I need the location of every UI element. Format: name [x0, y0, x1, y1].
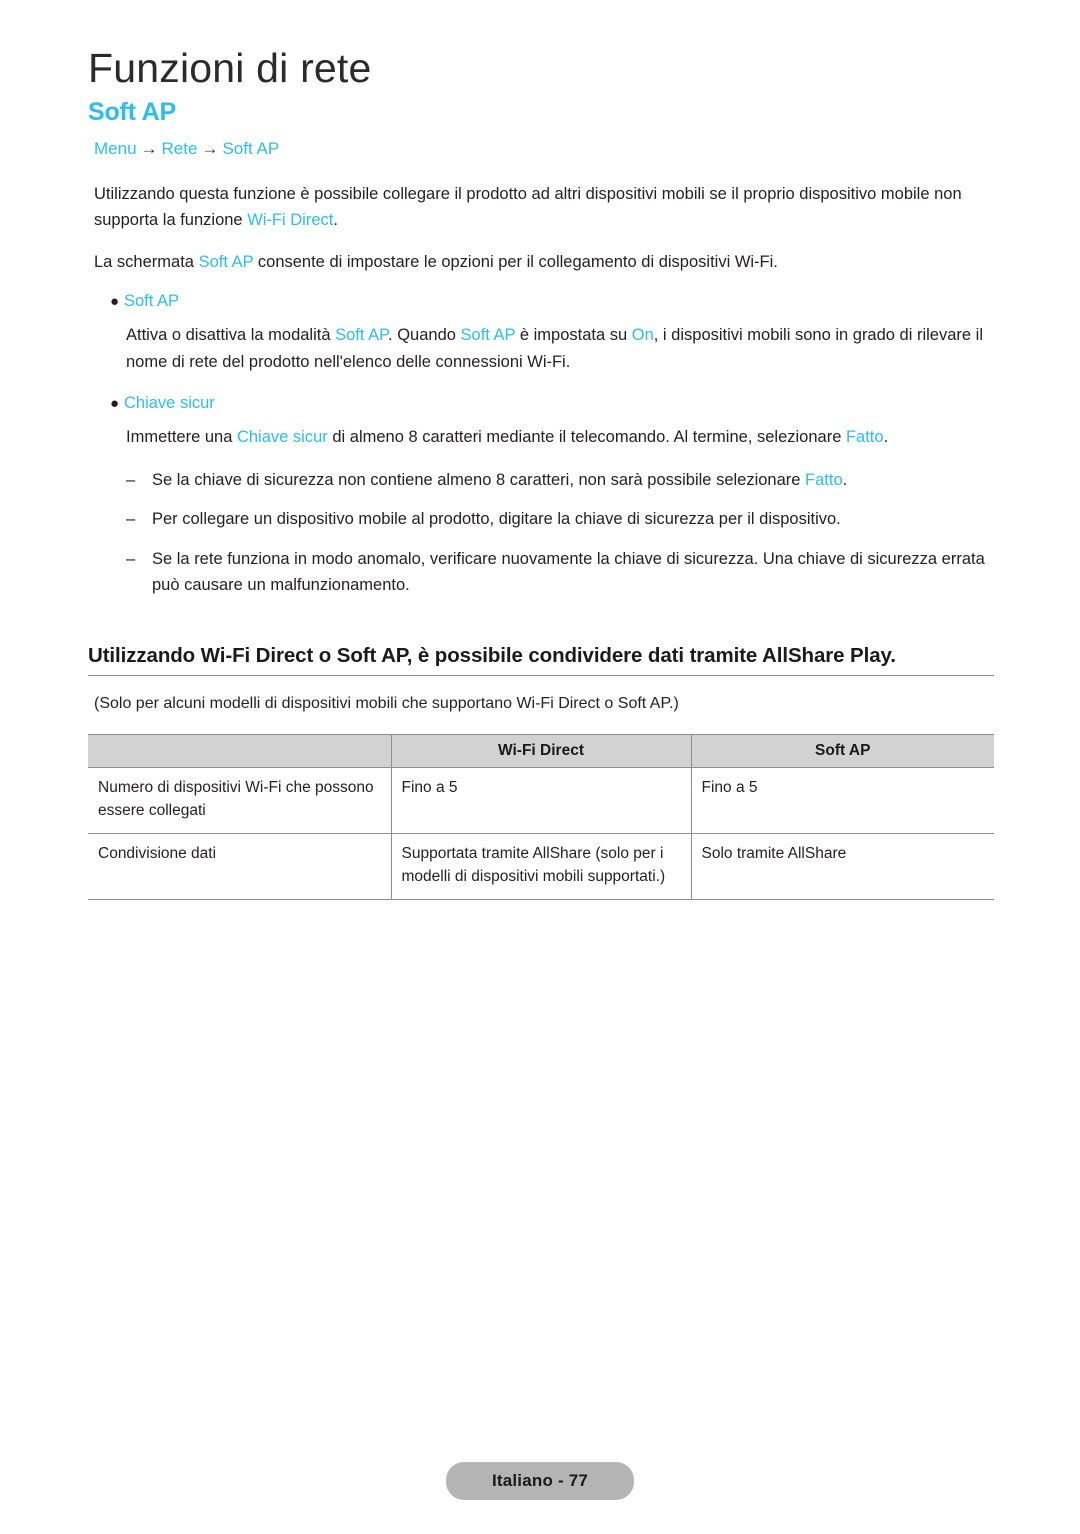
page-footer: Italiano - 77: [0, 1462, 1080, 1500]
bullet1-text-c: .: [883, 427, 889, 446]
comparison-table: Wi-Fi Direct Soft AP Numero di dispositi…: [88, 734, 994, 901]
page-number-badge: Italiano - 77: [445, 1462, 635, 1500]
dash0-link: Fatto: [805, 470, 843, 489]
table-row: Condivisione dati Supportata tramite All…: [88, 833, 994, 901]
table-cell-label: Condivisione dati: [88, 833, 391, 901]
section-title: Soft AP: [88, 97, 176, 126]
table-header-soft-ap: Soft AP: [690, 734, 994, 769]
bullet1-link-1: Chiave sicur: [236, 427, 328, 446]
list-item: ● Soft AP: [110, 291, 994, 312]
bullet-body-chiave-sicur: Immettere una Chiave sicur di almeno 8 c…: [126, 424, 992, 450]
bullet1-text-b: di almeno 8 caratteri mediante il teleco…: [327, 427, 846, 446]
table-header-row: Wi-Fi Direct Soft AP: [88, 734, 994, 769]
table-cell-wifi-direct: Fino a 5: [390, 767, 691, 835]
intro-paragraph-2: La schermata Soft AP consente di imposta…: [94, 249, 994, 275]
table-cell-soft-ap: Solo tramite AllShare: [690, 833, 994, 901]
bullet-body-soft-ap: Attiva o disattiva la modalità Soft AP. …: [126, 322, 992, 374]
dash-mark-icon: –: [126, 510, 136, 529]
table-cell-soft-ap: Fino a 5: [690, 767, 994, 835]
bullet-label-chiave-sicur: Chiave sicur: [124, 393, 215, 412]
breadcrumb-arrow-icon: →: [140, 138, 158, 158]
bullet0-link-2: Soft AP: [460, 326, 516, 345]
emphasis-heading: Utilizzando Wi-Fi Direct o Soft AP, è po…: [88, 643, 896, 667]
breadcrumb: Menu → Rete → Soft AP: [94, 139, 994, 159]
bullet0-link-3: On: [631, 326, 654, 345]
bullet-label-soft-ap: Soft AP: [124, 292, 180, 311]
page-title: Funzioni di rete: [88, 45, 372, 91]
dash0-text-a: Se la chiave di sicurezza non contiene a…: [152, 470, 806, 489]
bullet1-link-2: Fatto: [845, 427, 884, 446]
emphasis-note: (Solo per alcuni modelli di dispositivi …: [94, 695, 679, 713]
bullet0-text-c: è impostata su: [515, 326, 632, 345]
emphasis-divider: [88, 675, 994, 677]
table-header-wifi-direct: Wi-Fi Direct: [390, 734, 691, 769]
dash1-text-a: Per collegare un dispositivo mobile al p…: [152, 510, 841, 529]
breadcrumb-item-menu[interactable]: Menu: [94, 139, 137, 158]
document-page: Funzioni di rete Soft AP Menu → Rete → Soft …: [0, 0, 1080, 1534]
table-row: Numero di dispositivi Wi-Fi che possono …: [88, 767, 994, 835]
dash-mark-icon: –: [126, 470, 136, 489]
breadcrumb-item-rete[interactable]: Rete: [162, 139, 198, 158]
list-item: ● Chiave sicur: [110, 393, 994, 414]
intro-p1-text-b: .: [333, 211, 338, 230]
emphasis-block: Utilizzando Wi-Fi Direct o Soft AP, è po…: [88, 643, 994, 717]
intro-p2-link: Soft AP: [198, 253, 254, 272]
intro-paragraph-1: Utilizzando questa funzione è possibile …: [94, 181, 994, 233]
dash-mark-icon: –: [126, 550, 136, 569]
list-item: – Se la rete funziona in modo anomalo, v…: [126, 547, 994, 598]
bullet-dot-icon: ●: [110, 394, 120, 412]
page-content: Funzioni di rete Soft AP Menu → Rete → Soft …: [88, 45, 994, 901]
bullet0-text-a: Attiva o disattiva la modalità: [126, 326, 336, 345]
dash-item-text-1: Per collegare un dispositivo mobile al p…: [152, 507, 841, 533]
table-header: Wi-Fi Direct Soft AP: [88, 734, 994, 769]
dash-item-text-0: Se la chiave di sicurezza non contiene a…: [152, 468, 847, 494]
intro-p2-text-b: consente di impostare le opzioni per il …: [253, 253, 778, 272]
intro-p1-text-a: Utilizzando questa funzione è possibile …: [94, 185, 962, 230]
bullet0-text-b: . Quando: [388, 326, 461, 345]
list-item: – Per collegare un dispositivo mobile al…: [126, 507, 994, 533]
dash-item-text-2: Se la rete funziona in modo anomalo, ver…: [152, 547, 994, 598]
table-cell-wifi-direct: Supportata tramite AllShare (solo per i …: [390, 833, 691, 901]
intro-p1-link: Wi-Fi Direct: [247, 211, 334, 230]
dash0-text-b: .: [842, 470, 848, 489]
list-item: – Se la chiave di sicurezza non contiene…: [126, 468, 994, 494]
bullet-dot-icon: ●: [110, 293, 120, 311]
breadcrumb-arrow-icon: →: [201, 138, 219, 158]
breadcrumb-item-soft-ap[interactable]: Soft AP: [222, 139, 279, 158]
table-header-blank: [88, 734, 391, 769]
dash2-text-a: Se la rete funziona in modo anomalo, ver…: [152, 550, 985, 594]
table-body: Numero di dispositivi Wi-Fi che possono …: [88, 767, 994, 901]
intro-p2-text-a: La schermata: [94, 253, 199, 272]
bullet0-link-1: Soft AP: [335, 326, 389, 345]
bullet1-text-a: Immettere una: [126, 427, 237, 446]
table-cell-label: Numero di dispositivi Wi-Fi che possono …: [88, 767, 391, 835]
